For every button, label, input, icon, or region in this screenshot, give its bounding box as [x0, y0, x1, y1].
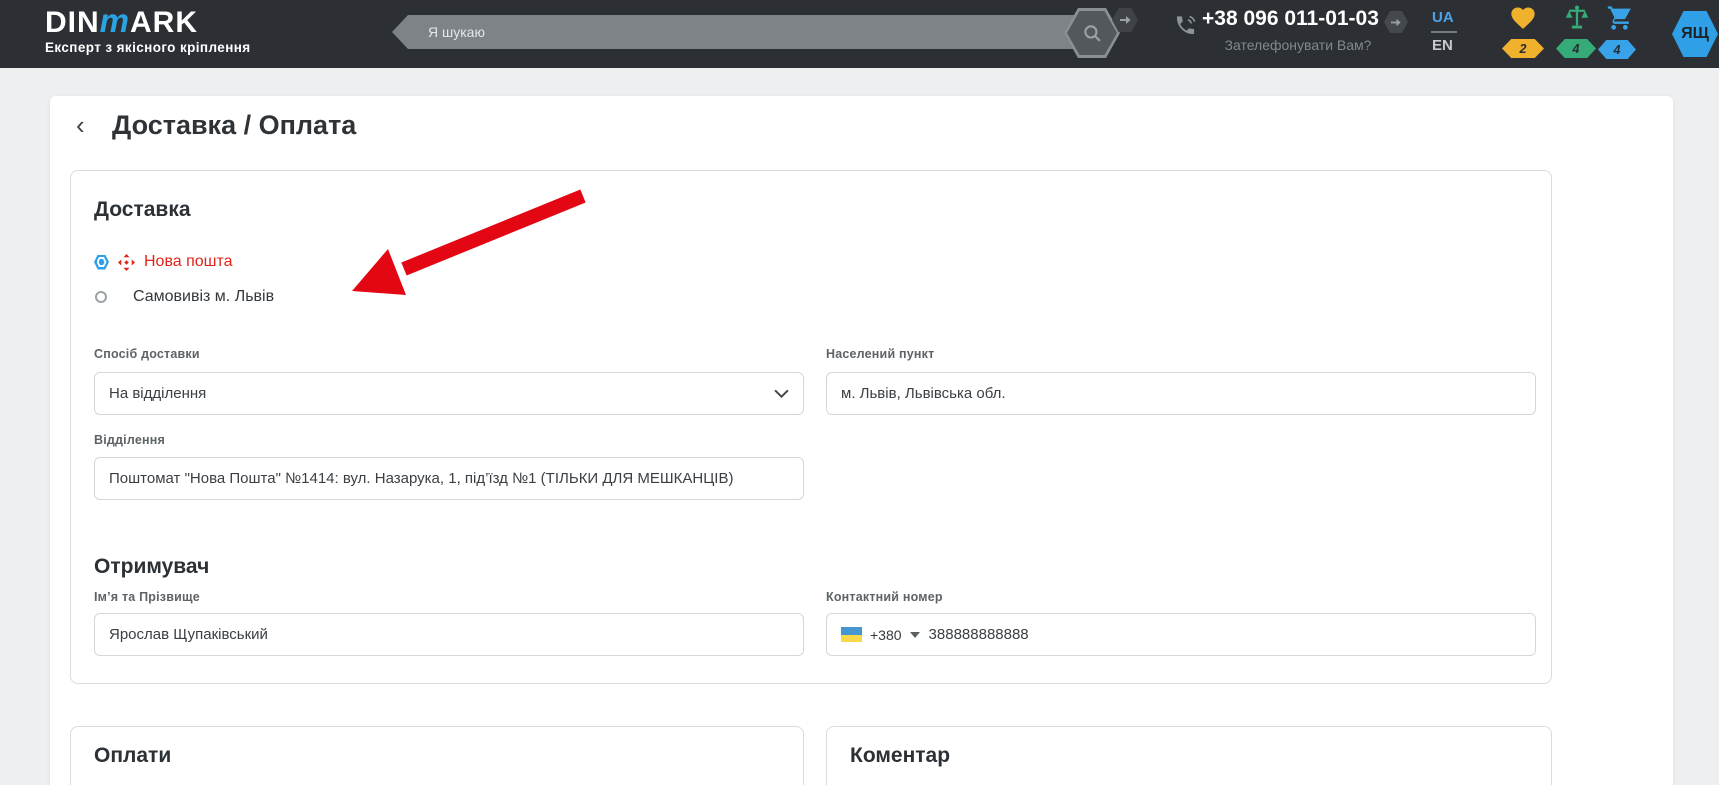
lang-ua[interactable]: UA — [1432, 9, 1454, 26]
logo[interactable]: DINmARK Експерт з якісного кріплення — [45, 4, 251, 55]
favorites-badge: 2 — [1502, 39, 1544, 58]
favorites-button[interactable]: 2 — [1502, 4, 1544, 58]
delivery-option-novaposhta[interactable]: Нова пошта — [94, 253, 233, 271]
logo-wordmark: DINmARK — [45, 4, 251, 39]
contact-phone-value: 388888888888 — [928, 626, 1029, 643]
search-button-inner — [1067, 11, 1117, 55]
delivery-option-pickup[interactable]: Самовивіз м. Львів — [95, 288, 274, 306]
logo-tagline: Експерт з якісного кріплення — [45, 40, 251, 55]
novaposhta-icon — [118, 253, 135, 271]
cart-button[interactable]: 4 — [1598, 4, 1640, 59]
lang-divider — [1431, 31, 1457, 33]
method-value: На відділення — [109, 385, 207, 402]
heart-icon — [1511, 7, 1535, 29]
method-select[interactable]: На відділення — [94, 372, 804, 415]
search-input[interactable]: Я шукаю — [392, 15, 1092, 49]
ukraine-flag-icon — [841, 627, 862, 642]
branch-value: Поштомат "Нова Пошта" №1414: вул. Назару… — [109, 470, 734, 487]
logo-m: m — [99, 2, 131, 39]
red-annotation-arrow — [352, 189, 586, 295]
radio-label-pickup: Самовивіз м. Львів — [133, 288, 275, 305]
comment-heading: Коментар — [850, 744, 951, 767]
arrow-right-icon — [1390, 18, 1401, 26]
phone-code: +380 — [870, 626, 902, 643]
branch-label: Відділення — [94, 433, 165, 447]
header: DINmARK Експерт з якісного кріплення Я ш… — [0, 0, 1719, 68]
payment-panel — [70, 726, 804, 785]
delivery-panel — [70, 170, 1552, 684]
branch-input[interactable]: Поштомат "Нова Пошта" №1414: вул. Назару… — [94, 457, 804, 500]
phone-arrow-button[interactable] — [1384, 11, 1408, 33]
payment-heading: Оплати — [94, 744, 172, 767]
callback-link[interactable]: Зателефонувати Вам? — [1200, 37, 1396, 53]
recipient-heading: Отримувач — [94, 555, 210, 578]
phone-icon — [1174, 14, 1197, 42]
contact-phone-input[interactable]: +380 388888888888 — [826, 613, 1536, 656]
city-input[interactable]: м. Львів, Львівська обл. — [826, 372, 1536, 415]
scales-icon — [1565, 5, 1589, 29]
page-title: Доставка / Оплата — [112, 110, 357, 140]
phone-number[interactable]: +38 096 011-01-03 — [1202, 7, 1379, 31]
logo-ark: ARK — [130, 6, 199, 39]
back-button[interactable]: ‹ — [76, 112, 85, 138]
caret-down-icon — [909, 631, 920, 638]
avatar[interactable]: ЯЩ — [1672, 11, 1718, 57]
lang-en[interactable]: EN — [1432, 37, 1453, 54]
name-input[interactable]: Ярослав Щупаківський — [94, 613, 804, 656]
cart-icon — [1607, 6, 1631, 30]
city-value: м. Львів, Львівська обл. — [841, 385, 1006, 402]
radio-selected-icon — [94, 254, 109, 270]
screen: DINmARK Експерт з якісного кріплення Я ш… — [0, 0, 1719, 785]
name-value: Ярослав Щупаківський — [109, 626, 268, 643]
phone-code-selector[interactable]: +380 — [841, 627, 920, 643]
method-label: Спосіб доставки — [94, 347, 200, 361]
chevron-down-icon — [774, 389, 789, 398]
logo-din: DIN — [45, 6, 100, 39]
name-label: Ім’я та Прізвище — [94, 590, 200, 604]
city-label: Населений пункт — [826, 347, 935, 361]
compare-badge: 4 — [1556, 39, 1596, 58]
cart-badge: 4 — [1598, 40, 1636, 59]
arrow-right-icon — [1119, 16, 1131, 24]
search-placeholder: Я шукаю — [428, 24, 485, 40]
radio-unselected-icon — [95, 291, 107, 303]
contact-phone-label: Контактний номер — [826, 590, 943, 604]
compare-button[interactable]: 4 — [1556, 4, 1598, 58]
search-icon — [1083, 24, 1101, 42]
delivery-heading: Доставка — [94, 198, 191, 221]
radio-label-novaposhta: Нова пошта — [144, 253, 233, 270]
